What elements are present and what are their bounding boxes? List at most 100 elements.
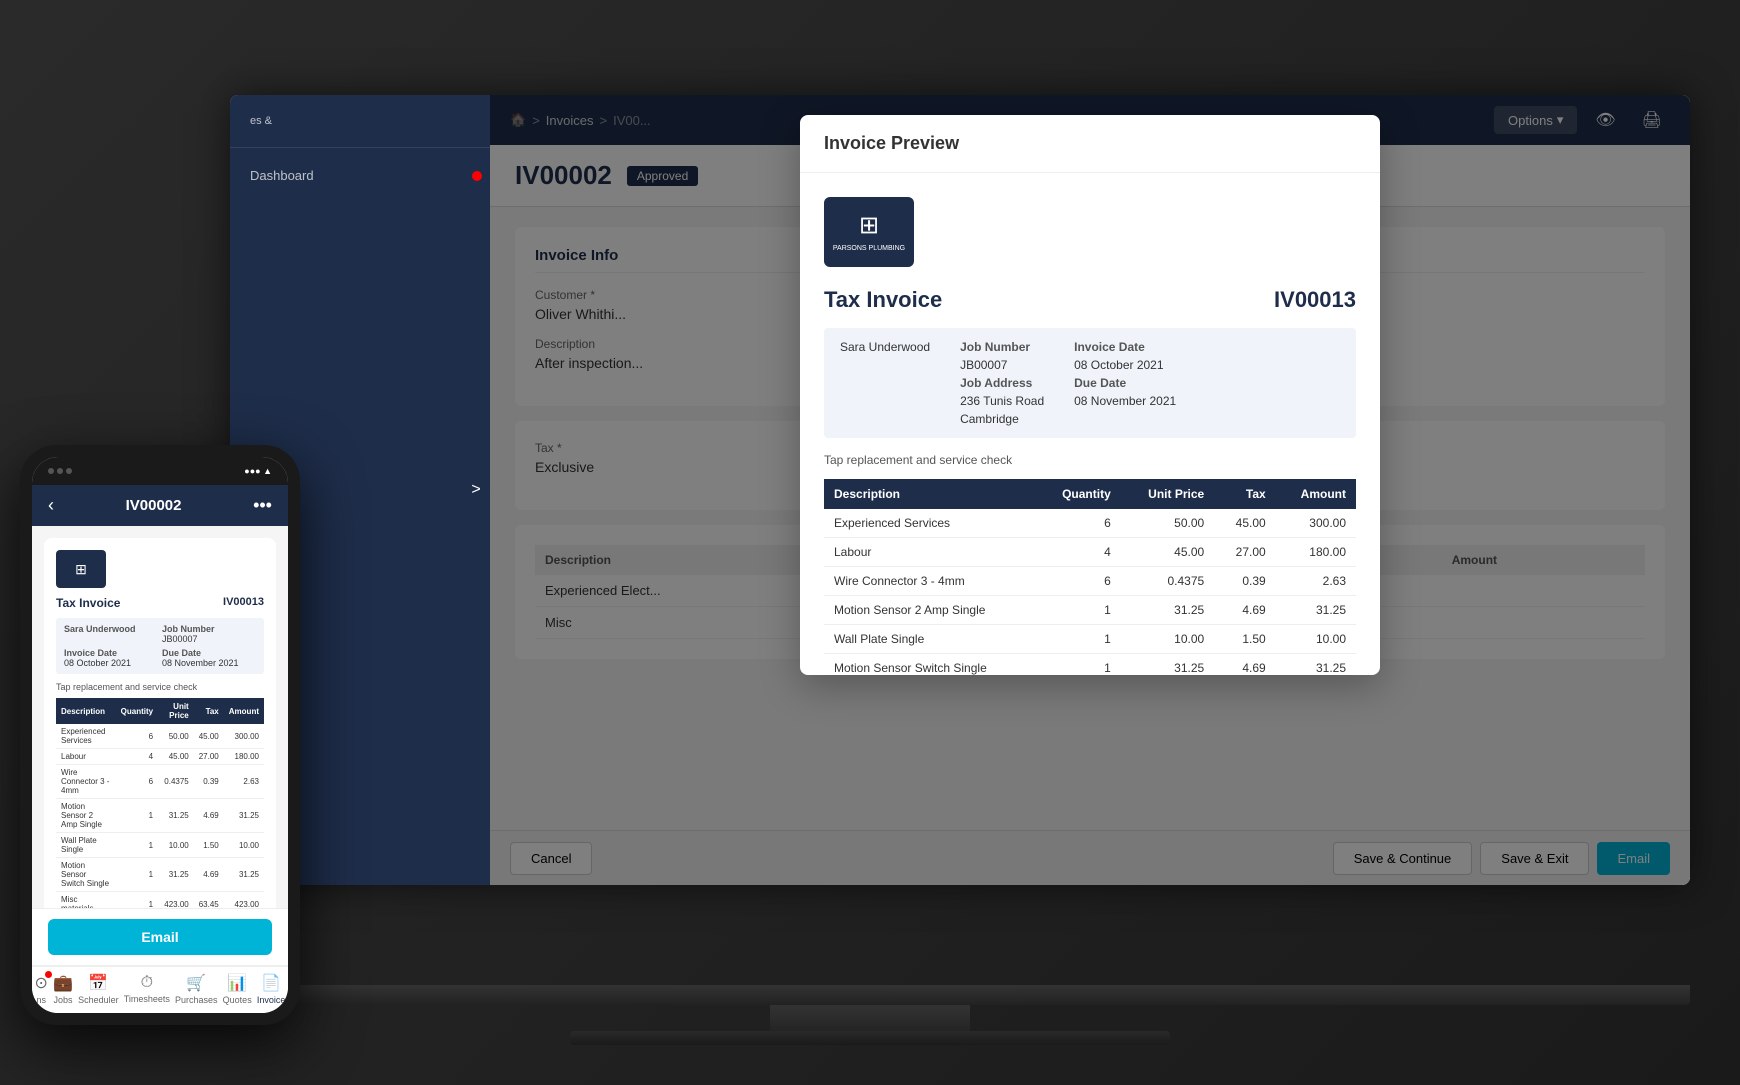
row-description: Motion Sensor Switch Single (824, 654, 1036, 676)
phone-info-bar: Sara Underwood Job Number JB00007 Invoic… (56, 618, 264, 674)
table-row: Motion Sensor 2 Amp Single 1 31.25 4.69 … (824, 596, 1356, 625)
dot-1 (48, 468, 54, 474)
row-description: Wall Plate Single (824, 625, 1036, 654)
table-row: Wire Connector 3 - 4mm 6 0.4375 0.39 2.6… (824, 567, 1356, 596)
phone-col-price: Unit Price (158, 698, 194, 724)
phone-row-amount: 31.25 (224, 858, 264, 892)
phone-col-tax: Tax (194, 698, 224, 724)
row-qty: 6 (1036, 509, 1120, 538)
sidebar-collapse-arrow[interactable]: > (462, 476, 490, 504)
invoice-logo-area: ⊞ PARSONS PLUMBING (824, 197, 1356, 267)
notification-dot (472, 171, 482, 181)
row-qty: 1 (1036, 596, 1120, 625)
invoice-title-row: Tax Invoice IV00013 (824, 287, 1356, 313)
phone-customer-info: Sara Underwood (64, 624, 158, 644)
phone-table-row: Misc materials 1 423.00 63.45 423.00 (56, 892, 264, 909)
phone-row-amount: 10.00 (224, 833, 264, 858)
phone-nav-purchases[interactable]: 🛒 Purchases (175, 973, 218, 1005)
phone-due-info: Due Date 08 November 2021 (162, 648, 256, 668)
row-tax: 1.50 (1214, 625, 1275, 654)
phone-row-desc: Motion Sensor Switch Single (56, 858, 116, 892)
job-address-line2: Cambridge (960, 412, 1044, 426)
phone-nav-invoice[interactable]: 📄 Invoice (257, 973, 286, 1005)
row-amount: 2.63 (1276, 567, 1356, 596)
laptop-base (570, 1031, 1170, 1045)
phone-row-tax: 0.39 (194, 765, 224, 799)
phone-row-tax: 45.00 (194, 724, 224, 749)
due-date-label: Due Date (1074, 376, 1176, 390)
due-date-value: 08 November 2021 (1074, 394, 1176, 408)
table-row: Labour 4 45.00 27.00 180.00 (824, 538, 1356, 567)
phone-row-amount: 423.00 (224, 892, 264, 909)
phone-row-price: 50.00 (158, 724, 194, 749)
row-description: Experienced Services (824, 509, 1036, 538)
job-number-label: Job Number (960, 340, 1044, 354)
phone-table-row: Wire Connector 3 - 4mm 6 0.4375 0.39 2.6… (56, 765, 264, 799)
phone-col-qty: Quantity (116, 698, 158, 724)
row-qty: 6 (1036, 567, 1120, 596)
phone-invoice-desc: Tap replacement and service check (56, 682, 264, 692)
phone-nav-ns[interactable]: ⊙ ns (35, 973, 48, 1005)
phone-row-desc: Wall Plate Single (56, 833, 116, 858)
phone-row-price: 45.00 (158, 749, 194, 765)
row-tax: 0.39 (1214, 567, 1275, 596)
row-price: 31.25 (1121, 654, 1214, 676)
preview-col-description: Description (824, 479, 1036, 509)
phone-nav-timesheets[interactable]: ⏱ Timesheets (124, 974, 170, 1004)
phone-nav-quotes[interactable]: 📊 Quotes (223, 973, 252, 1005)
row-price: 50.00 (1121, 509, 1214, 538)
phone-table-row: Labour 4 45.00 27.00 180.00 (56, 749, 264, 765)
status-dots (48, 468, 72, 474)
job-address-line1: 236 Tunis Road (960, 394, 1044, 408)
preview-col-qty: Quantity (1036, 479, 1120, 509)
row-description: Motion Sensor 2 Amp Single (824, 596, 1036, 625)
preview-col-amount: Amount (1276, 479, 1356, 509)
sidebar-logo: es & (230, 95, 490, 148)
sidebar-item-1: es & (250, 115, 470, 127)
preview-col-tax: Tax (1214, 479, 1275, 509)
invoice-doc-title: Tax Invoice (824, 287, 942, 313)
signal-info: ●●● ▲ (244, 466, 272, 476)
phone-col-amount: Amount (224, 698, 264, 724)
job-address-label: Job Address (960, 376, 1044, 390)
company-name: PARSONS PLUMBING (833, 244, 905, 253)
phone-invoice-title-row: Tax Invoice IV00013 (56, 596, 264, 610)
row-tax: 45.00 (1214, 509, 1275, 538)
scheduler-label: Scheduler (78, 995, 119, 1005)
phone-row-price: 31.25 (158, 799, 194, 833)
invoice-date-label: Invoice Date (1074, 340, 1176, 354)
phone-row-tax: 1.50 (194, 833, 224, 858)
invoice-date-value: 08 October 2021 (1074, 358, 1176, 372)
phone-date-info: Invoice Date 08 October 2021 (64, 648, 158, 668)
row-amount: 300.00 (1276, 509, 1356, 538)
phone-row-qty: 1 (116, 858, 158, 892)
phone-back-button[interactable]: ‹ (48, 495, 54, 516)
phone-table-row: Motion Sensor 2 Amp Single 1 31.25 4.69 … (56, 799, 264, 833)
phone-row-desc: Misc materials (56, 892, 116, 909)
purchases-icon: 🛒 (186, 973, 206, 993)
phone-row-desc: Labour (56, 749, 116, 765)
table-row: Wall Plate Single 1 10.00 1.50 10.00 (824, 625, 1356, 654)
phone-row-qty: 1 (116, 833, 158, 858)
phone-nav-jobs[interactable]: 💼 Jobs (53, 973, 73, 1005)
phone-row-tax: 4.69 (194, 799, 224, 833)
phone-footer: Email (32, 908, 288, 965)
invoice-preview: ⊞ PARSONS PLUMBING Tax Invoice IV00013 (824, 197, 1356, 675)
phone-more-button[interactable]: ••• (253, 495, 272, 516)
phone-email-button[interactable]: Email (48, 919, 272, 955)
invoice-doc-number: IV00013 (1274, 287, 1356, 313)
sidebar-menu: Dashboard (230, 148, 490, 203)
phone-invoice-title: Tax Invoice (56, 596, 120, 610)
row-qty: 1 (1036, 654, 1120, 676)
invoice-preview-modal: Invoice Preview ⊞ PARSONS PLUMBING Tax (800, 115, 1380, 675)
phone-row-desc: Experienced Services (56, 724, 116, 749)
sidebar-item-dashboard[interactable]: Dashboard (230, 158, 490, 193)
row-tax: 27.00 (1214, 538, 1275, 567)
modal-body: ⊞ PARSONS PLUMBING Tax Invoice IV00013 (800, 173, 1380, 675)
phone-logo: ⊞ (56, 550, 106, 588)
phone-invoice-card: ⊞ Tax Invoice IV00013 Sara Underwood Job… (44, 538, 276, 908)
phone-nav-scheduler[interactable]: 📅 Scheduler (78, 973, 119, 1005)
dot-3 (66, 468, 72, 474)
invoice-icon: 📄 (261, 973, 281, 993)
row-qty: 1 (1036, 625, 1120, 654)
